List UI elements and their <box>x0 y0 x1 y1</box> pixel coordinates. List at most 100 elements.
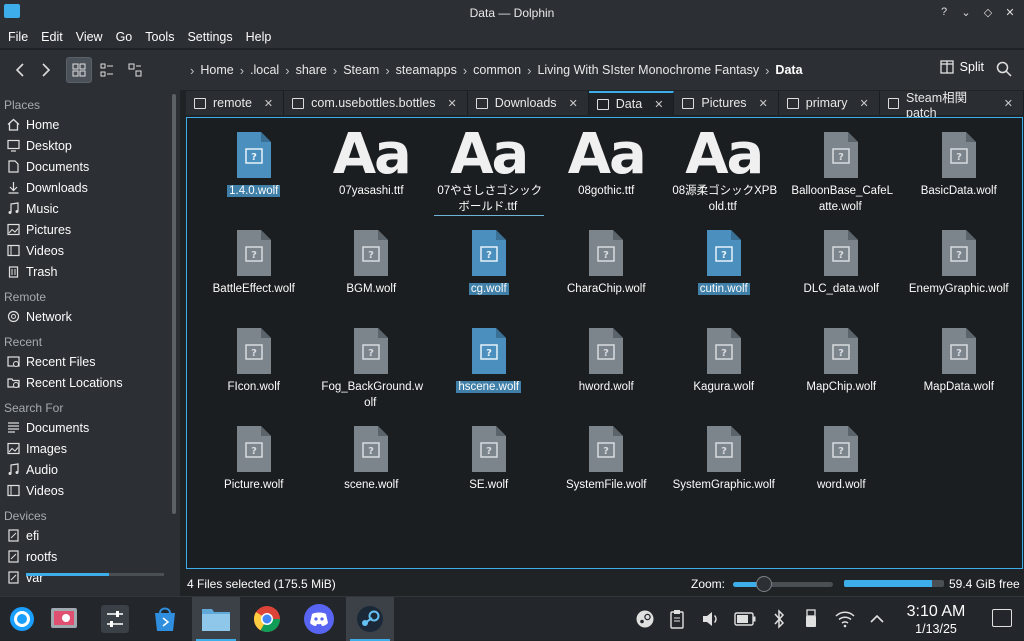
sidebar-item-search-videos[interactable]: Videos <box>0 480 180 501</box>
close-tab-icon[interactable]: ✕ <box>1004 97 1013 110</box>
file-item[interactable]: ? scene.wolf <box>313 418 431 516</box>
sidebar-item-search-images[interactable]: Images <box>0 438 180 459</box>
maximize-icon[interactable]: ◇ <box>980 3 996 21</box>
menu-tools[interactable]: Tools <box>139 30 180 44</box>
sidebar-item-pictures[interactable]: Pictures <box>0 219 180 240</box>
forward-button[interactable] <box>34 57 58 83</box>
file-item[interactable]: ? cg.wolf <box>430 222 548 320</box>
back-button[interactable] <box>8 57 32 83</box>
crumb-game-folder[interactable]: Living With SIster Monochrome Fantasy <box>531 63 765 77</box>
file-item[interactable]: ? BattleEffect.wolf <box>195 222 313 320</box>
menu-help[interactable]: Help <box>240 30 278 44</box>
sidebar-item-network[interactable]: Network <box>0 306 180 327</box>
discord-taskbar-button[interactable] <box>296 597 342 641</box>
tab-pictures[interactable]: Pictures ✕ <box>674 91 779 115</box>
file-item[interactable]: ? BalloonBase_CafeLatte.wolf <box>783 124 901 222</box>
menu-edit[interactable]: Edit <box>35 30 69 44</box>
discover-store-button[interactable] <box>142 597 188 641</box>
menu-go[interactable]: Go <box>110 30 139 44</box>
sidebar-item-downloads[interactable]: Downloads <box>0 177 180 198</box>
bluetooth-icon[interactable] <box>766 597 792 641</box>
tab-bottles[interactable]: com.usebottles.bottles ✕ <box>284 91 468 115</box>
sidebar-item-search-documents[interactable]: Documents <box>0 417 180 438</box>
close-tab-icon[interactable]: ✕ <box>569 97 578 110</box>
file-item[interactable]: ? hscene.wolf <box>430 320 548 418</box>
app-launcher-button[interactable] <box>2 597 42 641</box>
menu-settings[interactable]: Settings <box>181 30 238 44</box>
file-item[interactable]: ? EnemyGraphic.wolf <box>900 222 1018 320</box>
file-item[interactable]: ? SE.wolf <box>430 418 548 516</box>
crumb-current[interactable]: Data <box>769 63 808 77</box>
file-item[interactable]: ? Fog_BackGround.wolf <box>313 320 431 418</box>
crumb-common[interactable]: common <box>467 63 527 77</box>
close-tab-icon[interactable]: ✕ <box>759 97 768 110</box>
file-item[interactable]: ? word.wolf <box>783 418 901 516</box>
zoom-slider[interactable] <box>733 582 833 587</box>
file-item[interactable]: ? MapChip.wolf <box>783 320 901 418</box>
dolphin-taskbar-button[interactable] <box>192 597 240 641</box>
file-item[interactable]: ? cutin.wolf <box>665 222 783 320</box>
usb-device-icon[interactable] <box>798 597 824 641</box>
minimize-icon[interactable]: ⌄ <box>958 3 974 21</box>
file-item[interactable]: ? Picture.wolf <box>195 418 313 516</box>
file-item[interactable]: ? SystemGraphic.wolf <box>665 418 783 516</box>
font-file-item[interactable]: Aa 08源柔ゴシックXPBold.ttf <box>665 124 783 222</box>
split-button[interactable]: Split <box>940 60 984 74</box>
sidebar-scrollbar[interactable] <box>172 94 176 514</box>
sidebar-item-trash[interactable]: Trash <box>0 261 180 282</box>
crumb-share[interactable]: share <box>290 63 333 77</box>
sidebar-item-videos[interactable]: Videos <box>0 240 180 261</box>
clock[interactable]: 3:10 AM 1/13/25 <box>896 603 976 637</box>
sidebar-item-music[interactable]: Music <box>0 198 180 219</box>
sidebar-item-documents[interactable]: Documents <box>0 156 180 177</box>
crumb-steam[interactable]: Steam <box>337 63 385 77</box>
file-item[interactable]: ? CharaChip.wolf <box>548 222 666 320</box>
file-item[interactable]: ? DLC_data.wolf <box>783 222 901 320</box>
search-button[interactable] <box>996 61 1014 79</box>
crumb-home[interactable]: Home <box>194 63 239 77</box>
font-file-item[interactable]: Aa 07やさしさゴシックボールド.ttf <box>430 124 548 222</box>
wifi-icon[interactable] <box>832 597 858 641</box>
close-tab-icon[interactable]: ✕ <box>448 97 457 110</box>
compact-view-button[interactable] <box>94 57 120 83</box>
sidebar-item-var[interactable]: var <box>0 567 180 588</box>
close-tab-icon[interactable]: ✕ <box>654 98 663 111</box>
sidebar-item-search-audio[interactable]: Audio <box>0 459 180 480</box>
font-file-item[interactable]: Aa 08gothic.ttf <box>548 124 666 222</box>
system-settings-button[interactable] <box>92 597 138 641</box>
battery-icon[interactable] <box>732 597 758 641</box>
file-item[interactable]: ? SystemFile.wolf <box>548 418 666 516</box>
close-icon[interactable]: ✕ <box>1002 3 1018 21</box>
zoom-slider-handle[interactable] <box>756 576 772 592</box>
file-item[interactable]: ? BasicData.wolf <box>900 124 1018 222</box>
clipboard-icon[interactable] <box>664 597 690 641</box>
crumb-steamapps[interactable]: steamapps <box>390 63 463 77</box>
sidebar-item-efi[interactable]: efi <box>0 525 180 546</box>
file-item[interactable]: ? FIcon.wolf <box>195 320 313 418</box>
tab-primary[interactable]: primary ✕ <box>778 91 880 115</box>
screenshot-app-button[interactable] <box>42 597 88 641</box>
steam-taskbar-button[interactable] <box>346 597 394 641</box>
close-tab-icon[interactable]: ✕ <box>859 97 868 110</box>
file-item[interactable]: ? hword.wolf <box>548 320 666 418</box>
volume-icon[interactable] <box>698 597 724 641</box>
file-item[interactable]: ? Kagura.wolf <box>665 320 783 418</box>
font-file-item[interactable]: Aa 07yasashi.ttf <box>313 124 431 222</box>
steam-tray-icon[interactable] <box>632 597 658 641</box>
chevron-up-icon[interactable] <box>864 597 890 641</box>
sidebar-item-recent-locations[interactable]: Recent Locations <box>0 372 180 393</box>
sidebar-item-desktop[interactable]: Desktop <box>0 135 180 156</box>
chrome-taskbar-button[interactable] <box>244 597 290 641</box>
show-desktop-button[interactable] <box>992 609 1012 627</box>
file-item[interactable]: ? BGM.wolf <box>313 222 431 320</box>
file-item[interactable]: ? MapData.wolf <box>900 320 1018 418</box>
crumb-local[interactable]: .local <box>244 63 285 77</box>
menu-view[interactable]: View <box>70 30 109 44</box>
menu-file[interactable]: File <box>2 30 34 44</box>
sidebar-item-home[interactable]: Home <box>0 114 180 135</box>
tab-data[interactable]: Data ✕ <box>588 91 675 115</box>
file-view[interactable]: ? 1.4.0.wolf Aa 07yasashi.ttf Aa 07やさしさゴシックボー… <box>186 117 1023 569</box>
close-tab-icon[interactable]: ✕ <box>264 97 273 110</box>
sidebar-item-rootfs[interactable]: rootfs <box>0 546 180 567</box>
tab-steam-patch[interactable]: Steam相関patch ✕ <box>879 91 1024 120</box>
